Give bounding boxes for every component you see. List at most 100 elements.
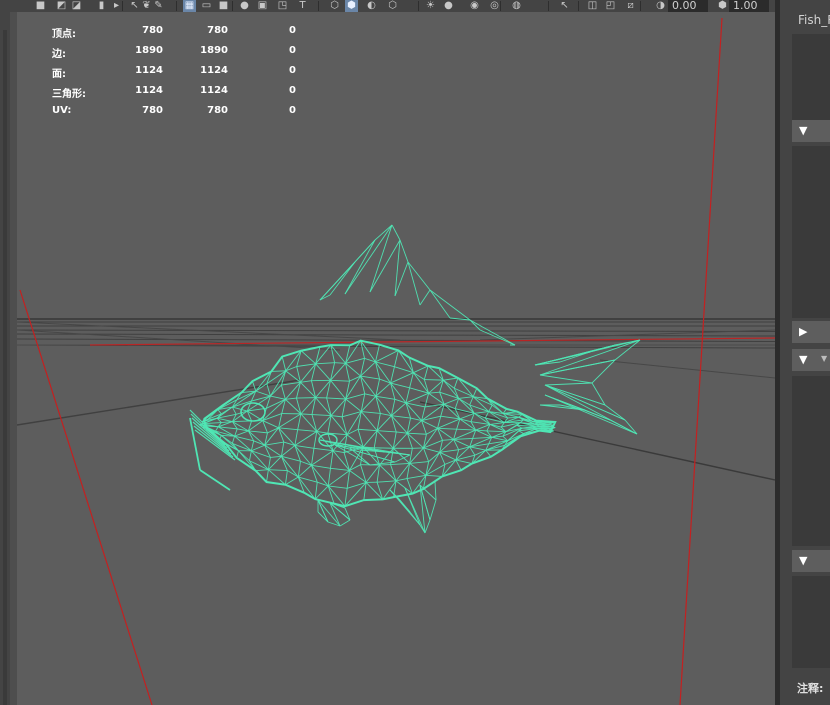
panel-node-title[interactable]: Fish_R xyxy=(798,13,830,27)
flag-icon[interactable]: ▮ xyxy=(95,0,108,12)
toolbar-separator xyxy=(500,1,501,11)
field-chart-icon[interactable]: ▣ xyxy=(256,0,269,12)
camera-attr-icon[interactable]: ◩ xyxy=(55,0,68,12)
mesh-edge xyxy=(360,411,378,431)
shadows-icon[interactable]: ☀ xyxy=(424,0,437,12)
mesh-edge xyxy=(394,366,414,374)
toolbar-separator xyxy=(318,1,319,11)
hud-value: 780 xyxy=(207,25,228,36)
motion-blur-icon[interactable]: ◉ xyxy=(468,0,481,12)
mesh-edge xyxy=(262,413,282,422)
mesh-edge xyxy=(407,432,427,435)
mesh-edge xyxy=(346,470,350,489)
world-axes xyxy=(19,17,775,705)
mesh-edge xyxy=(391,415,411,419)
mesh-edge xyxy=(609,419,638,435)
resolution-gate-icon[interactable]: ■ xyxy=(217,0,230,12)
hud-row: UV: 780 780 0 xyxy=(52,105,312,119)
film-gate-icon[interactable]: ▭ xyxy=(200,0,213,12)
mesh-edge xyxy=(330,380,347,400)
mesh-edge xyxy=(375,344,380,362)
mesh-edge xyxy=(544,382,593,386)
textured-icon[interactable]: ◐ xyxy=(365,0,378,12)
mesh-edge xyxy=(255,469,269,472)
hud-value: 780 xyxy=(207,105,228,116)
mesh-edge xyxy=(300,350,316,365)
text-icon[interactable]: T xyxy=(296,0,309,12)
mesh-edge xyxy=(544,394,638,435)
mesh-edge xyxy=(327,470,350,487)
mesh-edge xyxy=(311,464,331,469)
section-header-2[interactable]: ▶ xyxy=(792,321,830,343)
mesh-edge xyxy=(443,398,459,405)
mesh-edge xyxy=(474,411,489,414)
gamma-field[interactable]: 1.00 xyxy=(729,0,769,12)
mesh-edge xyxy=(296,363,316,367)
left-edge-bar xyxy=(0,0,10,705)
isolate-icon[interactable]: ↖ xyxy=(558,0,571,12)
wireframe-icon[interactable]: ⬡ xyxy=(328,0,341,12)
panel-section-body xyxy=(792,34,830,120)
mesh-edge xyxy=(250,440,255,451)
mesh-edge xyxy=(405,387,411,404)
bookmark-icon[interactable]: ◪ xyxy=(70,0,83,12)
grid-icon[interactable]: ▦ xyxy=(183,0,196,12)
section-header-3[interactable]: ▼ ▼ xyxy=(792,349,830,371)
mesh-edge xyxy=(330,379,350,382)
mesh-edge xyxy=(281,456,288,471)
mesh-edge xyxy=(544,384,606,406)
hud-value: 0 xyxy=(289,105,296,116)
mesh-edge xyxy=(413,372,425,380)
mesh-edge xyxy=(390,366,395,384)
gamma-icon[interactable]: ⬢ xyxy=(716,0,729,12)
mesh-edge xyxy=(294,445,315,449)
exposure-field[interactable]: 0.00 xyxy=(668,0,708,12)
mesh-outline xyxy=(202,339,557,508)
xray-icon[interactable]: ◫ xyxy=(586,0,599,12)
mesh-edge xyxy=(329,502,341,527)
mesh-edge xyxy=(398,350,414,373)
mesh-edge xyxy=(248,430,268,434)
3d-viewport[interactable]: 顶点: 780 780 0 边: 1890 1890 0 面: 1124 1124 0 三角形: 1124… xyxy=(17,12,775,705)
mesh-edge xyxy=(264,441,284,446)
hud-value: 1124 xyxy=(200,85,228,96)
dof-icon[interactable]: ◍ xyxy=(510,0,523,12)
mesh-edge xyxy=(429,289,471,321)
section-header-1[interactable]: ▼ xyxy=(792,120,830,142)
backface-icon[interactable]: ⧄ xyxy=(624,0,637,12)
section-header-4[interactable]: ▼ xyxy=(792,550,830,572)
mesh-edge xyxy=(315,362,335,365)
mesh-edge xyxy=(360,375,380,380)
toolbar-separator xyxy=(640,1,641,11)
mesh-edge xyxy=(559,351,591,363)
mesh-edge xyxy=(341,398,347,417)
camera-icon[interactable]: ■ xyxy=(34,0,47,12)
hud-value: 780 xyxy=(142,25,163,36)
mesh-edge xyxy=(360,464,367,483)
paint-icon[interactable]: ✎ xyxy=(152,0,165,12)
fish-wireframe-mesh[interactable] xyxy=(189,224,641,534)
mesh-edge xyxy=(423,365,429,380)
lights-icon[interactable]: ⬡ xyxy=(386,0,399,12)
toolbar-separator xyxy=(122,1,123,11)
hud-row: 三角形: 1124 1124 0 xyxy=(52,85,312,100)
panel-divider[interactable] xyxy=(775,0,780,705)
exposure-icon[interactable]: ◑ xyxy=(654,0,667,12)
mesh-edge xyxy=(405,392,429,404)
smooth-shade-icon[interactable]: ⬢ xyxy=(345,0,358,12)
mesh-edge xyxy=(278,413,302,429)
xray-joints-icon[interactable]: ◰ xyxy=(604,0,617,12)
mesh-edge xyxy=(437,416,442,429)
mesh-edge xyxy=(248,450,252,461)
hud-value: 0 xyxy=(289,65,296,76)
mesh-edge xyxy=(326,397,346,400)
mesh-edge xyxy=(489,422,505,425)
mesh-edge xyxy=(311,450,334,466)
hud-value: 0 xyxy=(289,45,296,56)
mesh-edge xyxy=(518,430,524,435)
mesh-edge xyxy=(268,469,288,471)
ao-icon[interactable]: ● xyxy=(442,0,455,12)
safe-action-icon[interactable]: ● xyxy=(238,0,251,12)
safe-title-icon[interactable]: ◳ xyxy=(276,0,289,12)
mesh-edge xyxy=(455,459,473,464)
